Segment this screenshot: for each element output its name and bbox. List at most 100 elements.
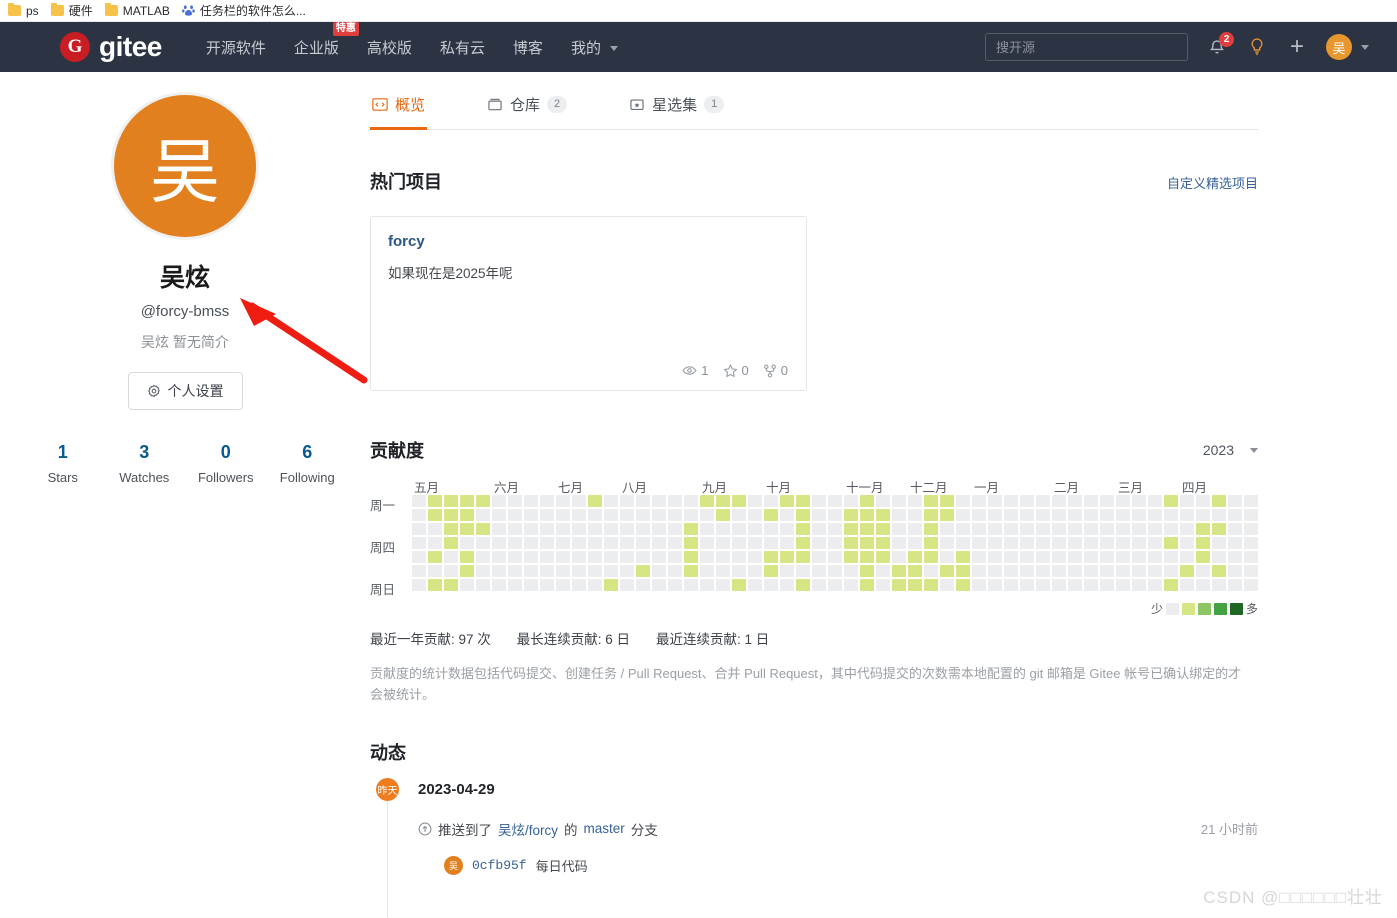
contribution-day-cell[interactable] (924, 579, 938, 591)
contribution-day-cell[interactable] (1244, 579, 1258, 591)
contribution-day-cell[interactable] (764, 565, 778, 577)
personal-settings-button[interactable]: 个人设置 (127, 372, 243, 410)
contribution-day-cell[interactable] (876, 509, 890, 521)
contribution-day-cell[interactable] (1020, 523, 1034, 535)
contribution-day-cell[interactable] (812, 565, 826, 577)
contribution-day-cell[interactable] (1132, 551, 1146, 563)
contribution-day-cell[interactable] (828, 551, 842, 563)
contribution-day-cell[interactable] (972, 509, 986, 521)
contribution-day-cell[interactable] (524, 495, 538, 507)
contribution-day-cell[interactable] (652, 565, 666, 577)
nav-private-cloud[interactable]: 私有云 (440, 31, 485, 64)
contribution-day-cell[interactable] (540, 495, 554, 507)
contribution-day-cell[interactable] (556, 523, 570, 535)
contribution-day-cell[interactable] (876, 523, 890, 535)
contribution-day-cell[interactable] (828, 523, 842, 535)
contribution-day-cell[interactable] (556, 565, 570, 577)
contribution-day-cell[interactable] (892, 523, 906, 535)
contribution-day-cell[interactable] (700, 579, 714, 591)
contribution-day-cell[interactable] (956, 509, 970, 521)
contribution-day-cell[interactable] (412, 551, 426, 563)
customize-featured-link[interactable]: 自定义精选项目 (1167, 173, 1258, 192)
contribution-day-cell[interactable] (940, 537, 954, 549)
contribution-day-cell[interactable] (1052, 565, 1066, 577)
contribution-day-cell[interactable] (764, 579, 778, 591)
contribution-day-cell[interactable] (428, 551, 442, 563)
contribution-day-cell[interactable] (412, 523, 426, 535)
contribution-day-cell[interactable] (1148, 565, 1162, 577)
contribution-day-cell[interactable] (972, 551, 986, 563)
contribution-day-cell[interactable] (428, 537, 442, 549)
contribution-day-cell[interactable] (1212, 551, 1226, 563)
contribution-day-cell[interactable] (1036, 565, 1050, 577)
contribution-day-cell[interactable] (1164, 495, 1178, 507)
contribution-day-cell[interactable] (1052, 509, 1066, 521)
contribution-day-cell[interactable] (956, 579, 970, 591)
contribution-day-cell[interactable] (1116, 565, 1130, 577)
contribution-day-cell[interactable] (1052, 551, 1066, 563)
contribution-day-cell[interactable] (1228, 509, 1242, 521)
contribution-day-cell[interactable] (1228, 579, 1242, 591)
contribution-day-cell[interactable] (524, 509, 538, 521)
contribution-day-cell[interactable] (588, 509, 602, 521)
contribution-day-cell[interactable] (492, 565, 506, 577)
contribution-day-cell[interactable] (988, 509, 1002, 521)
contribution-day-cell[interactable] (684, 565, 698, 577)
contribution-day-cell[interactable] (924, 551, 938, 563)
contribution-day-cell[interactable] (476, 551, 490, 563)
contribution-day-cell[interactable] (476, 579, 490, 591)
contribution-day-cell[interactable] (780, 509, 794, 521)
contribution-day-cell[interactable] (508, 509, 522, 521)
contribution-day-cell[interactable] (988, 551, 1002, 563)
contribution-day-cell[interactable] (556, 551, 570, 563)
contribution-day-cell[interactable] (492, 495, 506, 507)
contribution-day-cell[interactable] (716, 551, 730, 563)
activity-repo-link[interactable]: 吴炫/forcy (498, 819, 558, 839)
contribution-day-cell[interactable] (508, 565, 522, 577)
contribution-day-cell[interactable] (716, 579, 730, 591)
contribution-day-cell[interactable] (572, 579, 586, 591)
contribution-day-cell[interactable] (748, 551, 762, 563)
contribution-day-cell[interactable] (988, 565, 1002, 577)
contribution-day-cell[interactable] (1020, 495, 1034, 507)
contribution-day-cell[interactable] (1228, 537, 1242, 549)
tab-repositories[interactable]: 仓库 2 (485, 82, 569, 130)
contribution-day-cell[interactable] (860, 579, 874, 591)
contribution-day-cell[interactable] (460, 537, 474, 549)
contribution-day-cell[interactable] (748, 495, 762, 507)
contribution-day-cell[interactable] (796, 537, 810, 549)
contribution-day-cell[interactable] (1036, 495, 1050, 507)
contribution-day-cell[interactable] (412, 537, 426, 549)
contribution-day-cell[interactable] (1036, 537, 1050, 549)
contribution-day-cell[interactable] (1004, 579, 1018, 591)
contribution-day-cell[interactable] (668, 579, 682, 591)
contribution-day-cell[interactable] (1020, 509, 1034, 521)
contribution-day-cell[interactable] (508, 523, 522, 535)
contribution-day-cell[interactable] (844, 551, 858, 563)
contribution-day-cell[interactable] (444, 509, 458, 521)
contribution-day-cell[interactable] (1132, 579, 1146, 591)
contribution-day-cell[interactable] (588, 551, 602, 563)
contribution-day-cell[interactable] (1148, 523, 1162, 535)
contribution-day-cell[interactable] (796, 523, 810, 535)
contribution-day-cell[interactable] (412, 579, 426, 591)
contribution-day-cell[interactable] (1244, 565, 1258, 577)
contribution-day-cell[interactable] (812, 495, 826, 507)
contribution-day-cell[interactable] (1036, 523, 1050, 535)
contribution-day-cell[interactable] (940, 523, 954, 535)
contribution-day-cell[interactable] (428, 523, 442, 535)
contribution-day-cell[interactable] (1036, 551, 1050, 563)
contribution-day-cell[interactable] (540, 565, 554, 577)
nav-enterprise[interactable]: 企业版 特惠 (294, 21, 359, 64)
contribution-day-cell[interactable] (476, 523, 490, 535)
contribution-day-cell[interactable] (636, 523, 650, 535)
contribution-day-cell[interactable] (460, 551, 474, 563)
repo-name[interactable]: forcy (388, 233, 789, 250)
contribution-day-cell[interactable] (1004, 495, 1018, 507)
contribution-day-cell[interactable] (732, 495, 746, 507)
contribution-day-cell[interactable] (508, 495, 522, 507)
contribution-day-cell[interactable] (1180, 579, 1194, 591)
contribution-day-cell[interactable] (652, 509, 666, 521)
contribution-day-cell[interactable] (1228, 551, 1242, 563)
contribution-day-cell[interactable] (652, 495, 666, 507)
